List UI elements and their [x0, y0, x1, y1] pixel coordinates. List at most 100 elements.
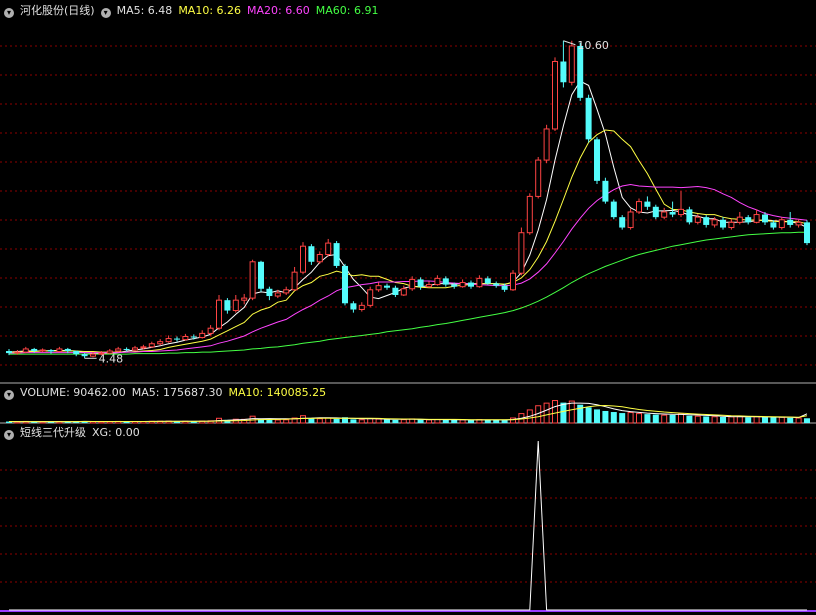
candle-body: [535, 159, 542, 197]
candle-body: [426, 284, 432, 288]
candle-body: [669, 211, 676, 215]
candle-body: [795, 221, 802, 226]
candle-body: [770, 222, 777, 228]
candle-body: [409, 278, 416, 290]
candle-body: [451, 284, 458, 287]
volume-bar: [795, 417, 802, 424]
volume-bar: [308, 418, 315, 423]
indicator-name: 短线三代升级: [20, 426, 86, 439]
candle-body: [518, 232, 525, 274]
volume-bar: [652, 414, 659, 423]
volume-bar: [636, 413, 642, 424]
candle-body: [602, 180, 609, 202]
candle-body: [182, 335, 189, 341]
volume-bar: [594, 409, 600, 423]
ma5-label: MA5: 6.48: [116, 4, 173, 17]
candle-body: [148, 343, 155, 348]
candle-body: [266, 288, 273, 297]
volume-bar: [451, 419, 458, 423]
candle-body: [493, 283, 500, 286]
volume-bar: [384, 419, 390, 423]
volume-bar: [392, 419, 399, 423]
candle-body: [56, 348, 63, 353]
panel-menu-icon[interactable]: ▾: [4, 8, 14, 18]
candle-body: [291, 271, 298, 291]
candle-body: [224, 300, 231, 311]
volume-bar: [493, 419, 500, 423]
candle-body: [64, 348, 71, 352]
volume-bar: [736, 415, 743, 424]
ma20-label: MA20: 6.60: [247, 4, 310, 17]
candle-body: [720, 219, 726, 228]
volume-bar: [720, 416, 726, 423]
candle-body: [283, 289, 290, 294]
volume-bar: [711, 416, 718, 424]
volume-bar: [627, 412, 634, 424]
candle-body: [258, 261, 264, 289]
candle-body: [510, 272, 516, 291]
volume-bar: [375, 418, 382, 424]
volume-bar: [568, 400, 575, 424]
indicator-panel-menu-icon[interactable]: ▾: [4, 430, 14, 440]
candle-body: [375, 285, 382, 291]
candle-body: [619, 217, 626, 228]
candle-body: [384, 285, 390, 288]
candle-body: [308, 246, 315, 262]
candle-body: [165, 338, 172, 343]
candle-body: [594, 139, 600, 181]
candle-body: [585, 97, 592, 140]
candle-body: [711, 219, 718, 226]
volume-bar: [753, 416, 760, 424]
candle-body: [501, 285, 508, 290]
volume-bar: [678, 413, 684, 424]
volume-bar: [316, 418, 323, 424]
candle-body: [745, 217, 752, 223]
candle-body: [115, 348, 122, 352]
candle-body: [31, 348, 38, 352]
volume-bar: [400, 419, 407, 424]
volume-bar: [274, 419, 281, 424]
volume-bar: [459, 419, 466, 424]
volume-bar: [762, 417, 768, 423]
vol-ma5-label: MA5: 175687.30: [131, 386, 223, 399]
candle-body: [476, 277, 483, 288]
volume-menu-icon[interactable]: ▾: [4, 390, 14, 400]
candle-body: [199, 332, 206, 339]
candle-body: [753, 214, 760, 223]
volume-bar: [266, 419, 273, 423]
candle-body: [703, 217, 710, 225]
candle-body: [442, 278, 449, 285]
candle-body: [661, 211, 668, 218]
candle-body: [342, 265, 348, 304]
candle-body: [174, 338, 180, 340]
candle-body: [367, 289, 374, 306]
indicator-panel-header: ▾ 短线三代升级 XG: 0.00: [4, 425, 146, 441]
candle-body: [140, 346, 147, 349]
candle-body: [90, 353, 96, 357]
candle-body: [14, 351, 21, 354]
candle-body: [350, 303, 357, 310]
volume-label: VOLUME: 90462.00: [20, 386, 126, 399]
candle-body: [207, 327, 214, 334]
price-annotation: 10.60: [577, 39, 609, 52]
candle-body: [300, 245, 306, 273]
candle-body: [484, 278, 491, 284]
candle-body: [577, 45, 584, 98]
candle-body: [552, 61, 558, 130]
candle-body: [358, 304, 365, 311]
volume-bar: [434, 419, 441, 424]
candle-body: [316, 254, 323, 263]
volume-bar: [367, 418, 374, 424]
volume-bar: [686, 415, 693, 423]
candle-body: [636, 201, 642, 213]
candle-body: [22, 348, 29, 353]
candle-body: [627, 211, 634, 229]
kline-chart[interactable]: 10.60 4.48: [0, 0, 816, 615]
volume-bar: [619, 413, 626, 423]
indicator-menu-icon[interactable]: ▾: [100, 8, 111, 18]
candle-body: [417, 279, 424, 287]
candle-body: [526, 195, 533, 234]
ma-line-ma60: [9, 231, 807, 355]
candle-body: [333, 243, 340, 266]
volume-bar: [787, 417, 794, 423]
